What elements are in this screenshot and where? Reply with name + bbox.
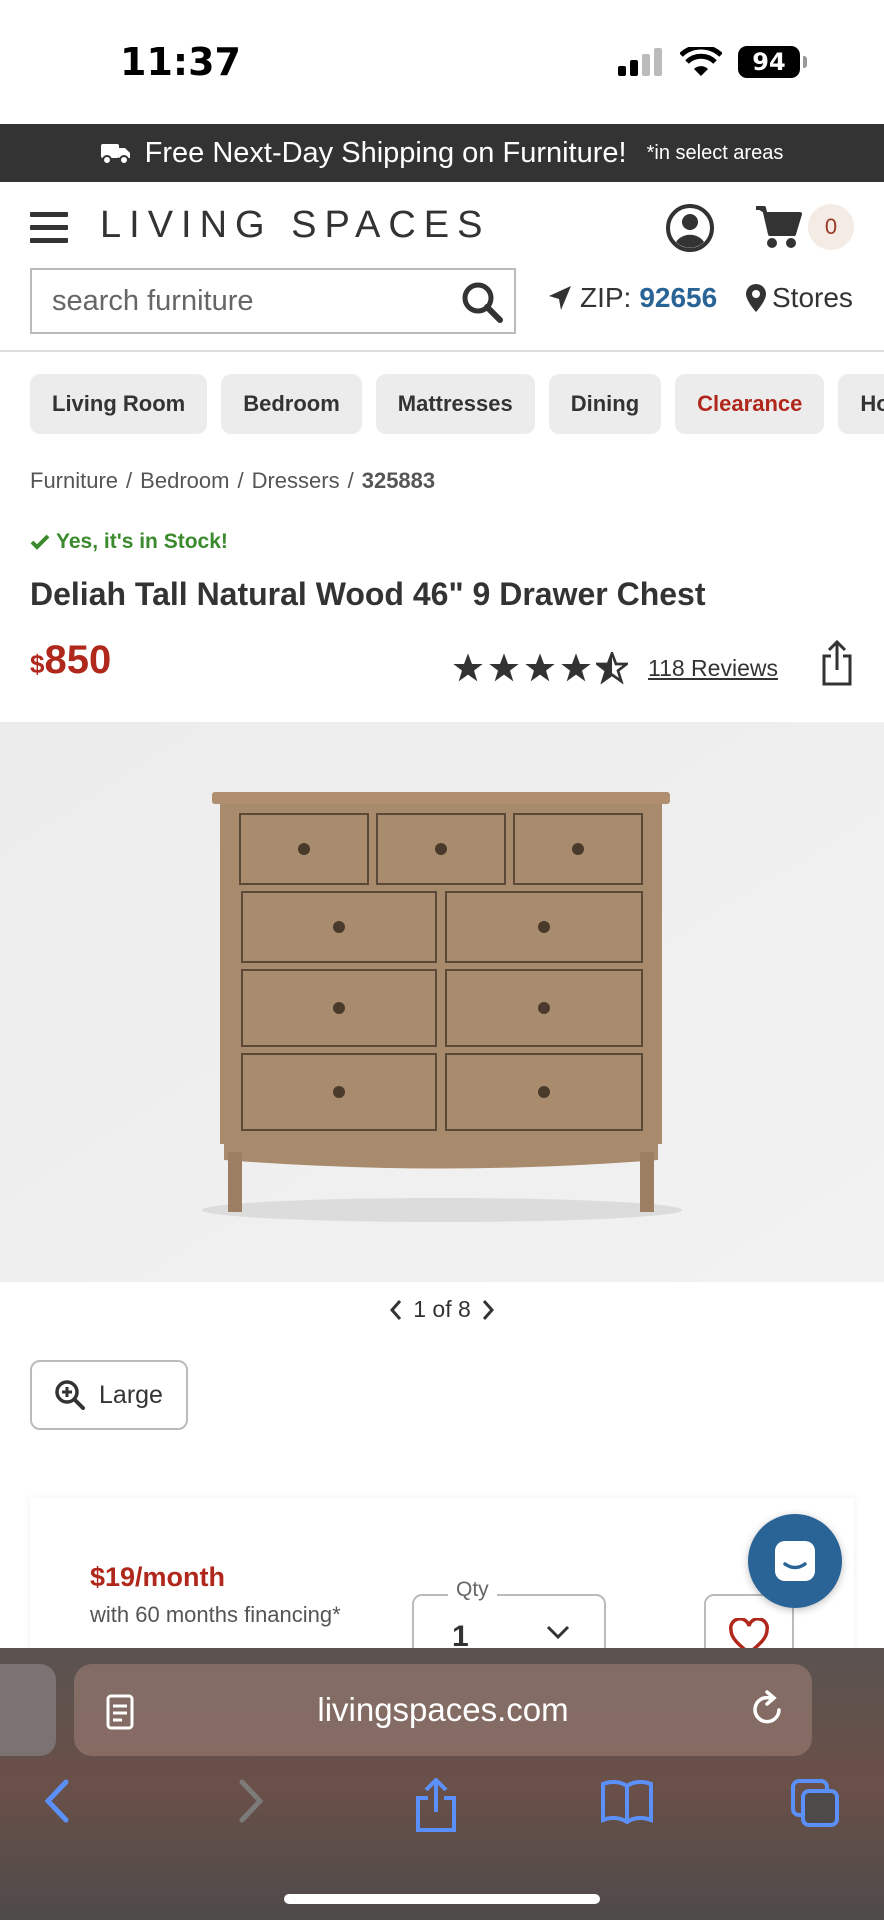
breadcrumb-separator: / — [126, 468, 133, 493]
breadcrumb-current: 325883 — [361, 468, 436, 493]
zoom-large-button[interactable]: Large — [30, 1360, 188, 1430]
truck-icon — [100, 144, 130, 165]
product-image[interactable] — [0, 722, 884, 1282]
category-chip-dining[interactable]: Dining — [548, 374, 662, 434]
breadcrumb-separator: / — [347, 468, 354, 493]
stores-link[interactable]: Stores — [746, 282, 853, 314]
back-icon[interactable] — [42, 1778, 72, 1824]
stock-status: Yes, it's in Stock! — [30, 530, 228, 554]
browser-chrome: livingspaces.com — [0, 1648, 884, 1920]
previous-tab-preview[interactable] — [0, 1664, 56, 1756]
battery-indicator: 94 — [738, 46, 807, 78]
chat-button[interactable] — [748, 1514, 842, 1608]
product-title: Deliah Tall Natural Wood 46" 9 Drawer Ch… — [30, 576, 706, 612]
product-price: $850 — [30, 638, 111, 683]
breadcrumb-dressers[interactable]: Dressers — [252, 468, 340, 494]
home-indicator — [284, 1894, 600, 1904]
product-rating[interactable]: 118 Reviews — [452, 652, 778, 684]
chevron-right-icon[interactable] — [481, 1299, 495, 1321]
status-icons: 94 — [618, 46, 807, 78]
shipping-promo-banner[interactable]: Free Next-Day Shipping on Furniture! *in… — [0, 124, 884, 182]
tabs-icon[interactable] — [790, 1778, 840, 1828]
browser-toolbar — [0, 1778, 884, 1848]
zoom-large-label: Large — [99, 1380, 163, 1409]
price-currency: $ — [30, 649, 45, 679]
star-half-icon — [596, 652, 628, 684]
reader-icon[interactable] — [104, 1694, 136, 1730]
wifi-icon — [680, 47, 722, 76]
reload-icon[interactable] — [750, 1690, 786, 1728]
share-sheet-icon[interactable] — [414, 1778, 458, 1834]
price-value: 850 — [44, 638, 112, 682]
status-bar: 11:37 94 — [0, 0, 884, 124]
category-chip-bedroom[interactable]: Bedroom — [221, 374, 362, 434]
breadcrumb-bedroom[interactable]: Bedroom — [140, 468, 229, 494]
search-input[interactable] — [32, 284, 452, 318]
cellular-signal-icon — [618, 48, 662, 76]
stores-label: Stores — [772, 282, 853, 313]
category-chip-clearance[interactable]: Clearance — [675, 374, 825, 434]
site-logo[interactable]: LIVING SPACES — [100, 204, 491, 247]
reviews-link[interactable]: 118 Reviews — [648, 655, 778, 682]
chevron-down-icon — [546, 1625, 570, 1640]
zip-selector[interactable]: ZIP: 92656 — [548, 282, 717, 314]
stock-text: Yes, it's in Stock! — [56, 530, 228, 553]
financing-note: with 60 months financing* — [90, 1602, 341, 1627]
financing-price[interactable]: $19/month — [90, 1562, 225, 1593]
category-chip-living-room[interactable]: Living Room — [30, 374, 208, 434]
category-chip-home[interactable]: Hor — [838, 374, 884, 434]
status-time: 11:37 — [120, 40, 241, 84]
chevron-left-icon[interactable] — [389, 1299, 403, 1321]
location-arrow-icon — [549, 286, 571, 310]
search-box[interactable] — [30, 268, 516, 334]
forward-icon[interactable] — [236, 1778, 266, 1824]
share-icon[interactable] — [820, 640, 854, 686]
chat-icon — [775, 1541, 815, 1581]
account-icon[interactable] — [666, 204, 714, 252]
menu-icon[interactable] — [30, 212, 68, 244]
checkmark-icon — [30, 534, 50, 550]
category-nav: Living Room Bedroom Mattresses Dining Cl… — [30, 374, 884, 434]
site-header: LIVING SPACES 0 ZIP: 92656 Stores — [0, 182, 884, 352]
url-text[interactable]: livingspaces.com — [317, 1691, 568, 1729]
address-bar[interactable]: livingspaces.com — [74, 1664, 812, 1756]
zoom-in-icon — [55, 1380, 86, 1410]
breadcrumb: Furniture / Bedroom / Dressers / 325883 — [30, 468, 435, 494]
zip-label: ZIP: — [580, 282, 632, 313]
category-chip-mattresses[interactable]: Mattresses — [375, 374, 535, 434]
map-pin-icon — [746, 284, 766, 312]
zip-value[interactable]: 92656 — [639, 282, 717, 314]
star-full-icon — [489, 653, 519, 682]
image-pager-text: 1 of 8 — [413, 1296, 471, 1322]
promo-note: *in select areas — [646, 141, 784, 164]
dresser-image — [0, 722, 884, 1282]
cart-count-badge[interactable]: 0 — [808, 204, 854, 250]
promo-text: Free Next-Day Shipping on Furniture! — [144, 136, 627, 169]
star-full-icon — [525, 653, 555, 682]
search-icon[interactable] — [460, 280, 504, 324]
image-pager: 1 of 8 — [0, 1296, 884, 1323]
bookmarks-icon[interactable] — [600, 1778, 654, 1824]
star-full-icon — [453, 653, 483, 682]
cart-icon[interactable] — [754, 204, 802, 250]
breadcrumb-separator: / — [237, 468, 244, 493]
star-full-icon — [561, 653, 591, 682]
quantity-label: Qty — [448, 1578, 497, 1602]
breadcrumb-furniture[interactable]: Furniture — [30, 468, 118, 494]
